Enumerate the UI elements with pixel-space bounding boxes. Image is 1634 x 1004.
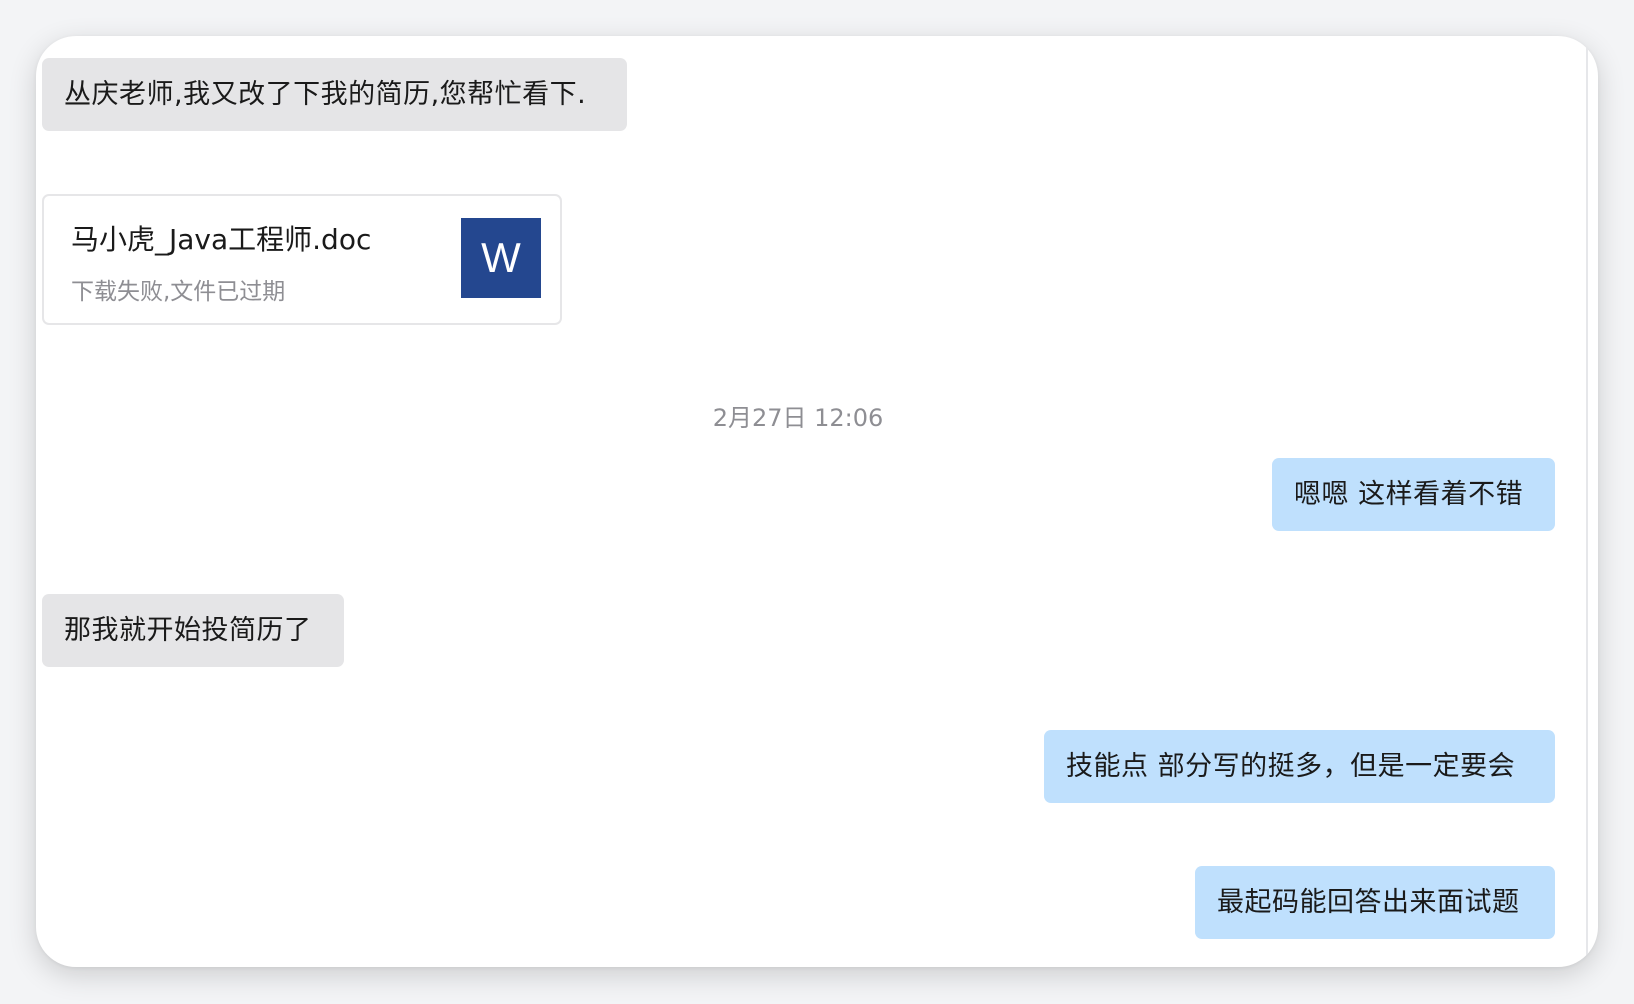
message-bubble-sent[interactable]: 技能点 部分写的挺多，但是一定要会 (1044, 730, 1555, 803)
file-attachment[interactable]: 马小虎_Java工程师.doc 下载失败,文件已过期 W (42, 194, 562, 325)
message-bubble-sent[interactable]: 最起码能回答出来面试题 (1195, 866, 1555, 939)
file-status: 下载失败,文件已过期 (71, 279, 286, 305)
message-bubble-received[interactable]: 丛庆老师,我又改了下我的简历,您帮忙看下. (42, 58, 627, 131)
message-bubble-sent[interactable]: 嗯嗯 这样看着不错 (1272, 458, 1555, 531)
word-icon: W (461, 218, 541, 298)
message-bubble-received[interactable]: 那我就开始投简历了 (42, 594, 344, 667)
scrollbar[interactable] (1586, 46, 1588, 958)
timestamp: 2月27日 12:06 (712, 404, 884, 432)
file-name: 马小虎_Java工程师.doc (71, 223, 372, 256)
chat-window: 丛庆老师,我又改了下我的简历,您帮忙看下. 马小虎_Java工程师.doc 下载… (36, 36, 1598, 967)
